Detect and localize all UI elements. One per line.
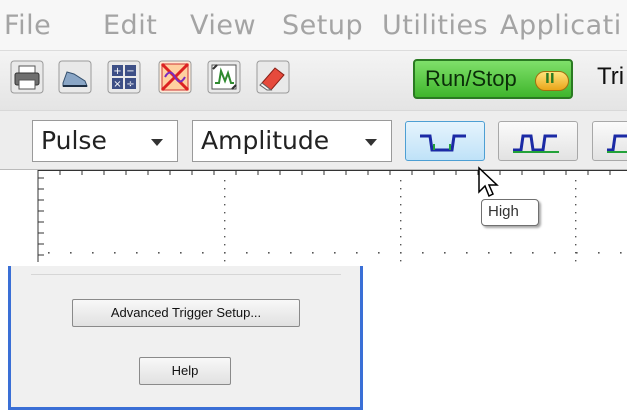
svg-text:×: ×	[113, 79, 121, 90]
chevron-down-icon	[365, 139, 377, 146]
advanced-trigger-setup-button[interactable]: Advanced Trigger Setup...	[72, 299, 300, 327]
svg-text:÷: ÷	[126, 79, 134, 90]
svg-text:+: +	[113, 66, 121, 77]
pause-glyph: II	[545, 72, 555, 87]
trigger-type-value: Pulse	[41, 126, 107, 155]
high-pulse-button[interactable]	[405, 121, 485, 161]
trigger-dialog-panel: Advanced Trigger Setup... Help	[8, 266, 363, 410]
chevron-down-icon	[151, 139, 163, 146]
trigger-mode-dropdown[interactable]: Amplitude	[192, 120, 392, 162]
menu-view[interactable]: View	[190, 10, 256, 41]
svg-text:−: −	[126, 66, 134, 77]
tooltip: High	[481, 199, 539, 226]
divider	[31, 274, 341, 275]
menu-bar: File Edit View Setup Utilities Applicati	[0, 0, 627, 50]
partial-pulse-button[interactable]	[592, 121, 627, 161]
menu-file[interactable]: File	[4, 10, 51, 41]
mouse-cursor-icon	[478, 166, 499, 198]
run-stop-button[interactable]: Run/Stop II	[413, 59, 573, 99]
help-button[interactable]: Help	[139, 357, 231, 385]
run-stop-label: Run/Stop	[425, 66, 517, 91]
trigger-label: Tri	[597, 63, 625, 90]
trigger-mode-value: Amplitude	[201, 126, 330, 155]
partial-pulse-icon	[607, 134, 627, 153]
help-label: Help	[171, 363, 199, 378]
trigger-type-dropdown[interactable]: Pulse	[32, 120, 178, 162]
low-pulse-icon	[513, 134, 559, 153]
advanced-trigger-setup-label: Advanced Trigger Setup...	[110, 305, 262, 320]
printer-icon[interactable]	[9, 59, 45, 95]
calculator-icon[interactable]: + − × ÷	[106, 59, 142, 95]
menu-utilities[interactable]: Utilities	[382, 10, 488, 41]
menu-setup[interactable]: Setup	[282, 10, 363, 41]
menu-applications[interactable]: Applicati	[500, 10, 622, 41]
shoe-icon[interactable]	[57, 59, 93, 95]
disable-channels-icon[interactable]	[157, 59, 193, 95]
menu-edit[interactable]: Edit	[103, 10, 157, 41]
tooltip-text: High	[488, 203, 519, 220]
trigger-settings-row: Pulse Amplitude	[0, 110, 627, 169]
main-window: File Edit View Setup Utilities Applicati	[0, 0, 627, 262]
low-pulse-button[interactable]	[498, 121, 578, 161]
pause-icon: II	[535, 71, 569, 91]
signal-window-icon[interactable]	[206, 59, 242, 95]
high-pulse-icon	[420, 134, 466, 152]
toolbar: + − × ÷ Run/Stop II Tri	[0, 50, 627, 111]
eraser-icon[interactable]	[255, 59, 291, 95]
